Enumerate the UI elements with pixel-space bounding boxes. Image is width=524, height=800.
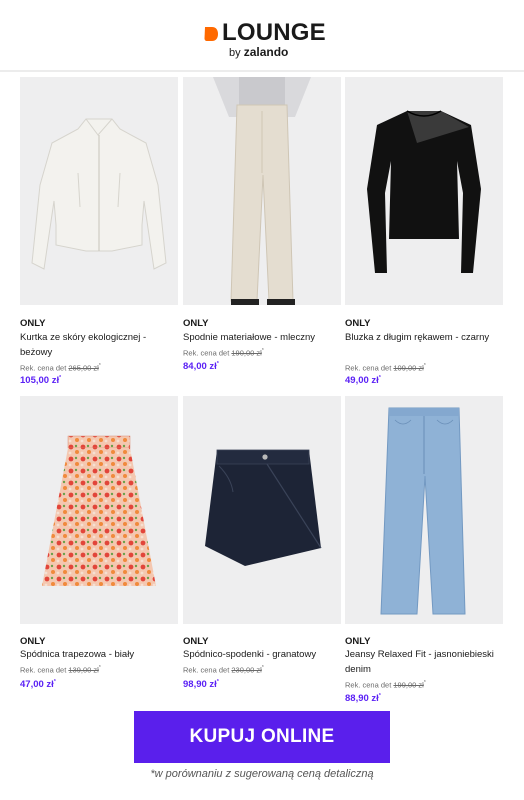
- price-value: 49,00 zł: [345, 375, 379, 387]
- price-asterisk: *: [216, 679, 219, 685]
- product-name[interactable]: Spodnie materiałowe - mleczny: [183, 331, 341, 346]
- rrp-label: Rek. cena det: [183, 665, 230, 675]
- price-footnote: *w porównaniu z sugerowaną ceną detalicz…: [150, 768, 374, 780]
- product-name[interactable]: Jeansy Relaxed Fit - jasnoniebieski deni…: [345, 648, 503, 677]
- logo-by-text: by: [229, 47, 241, 59]
- product-price: 105,00 zł*: [20, 372, 61, 387]
- product-brand: ONLY: [20, 636, 46, 647]
- rrp-label: Rek. cena det: [20, 665, 67, 675]
- blouse-icon: [367, 110, 481, 273]
- logo-subline: by zalando: [229, 46, 288, 59]
- product-price: 88,90 zł*: [345, 690, 381, 705]
- product-image[interactable]: [20, 77, 178, 305]
- price-value: 105,00 zł: [20, 375, 60, 387]
- product-image[interactable]: [20, 396, 178, 624]
- product-name[interactable]: Spódnica trapezowa - biały: [20, 648, 178, 663]
- product-rrp: Rek. cena det 190,00 zł*: [183, 346, 264, 359]
- product-brand: ONLY: [20, 318, 46, 329]
- rrp-asterisk: *: [423, 363, 426, 369]
- price-value: 84,00 zł: [183, 361, 217, 373]
- price-value: 98,90 zł: [183, 679, 217, 691]
- price-asterisk: *: [378, 375, 381, 381]
- product-image[interactable]: [345, 396, 503, 624]
- email-header: LOUNGE by zalando: [0, 0, 524, 72]
- rrp-label: Rek. cena det: [183, 348, 230, 358]
- product-price: 47,00 zł*: [20, 676, 56, 691]
- product-image[interactable]: [183, 77, 341, 305]
- product-brand: ONLY: [345, 636, 371, 647]
- logo-wordmark: LOUNGE: [222, 19, 326, 46]
- product-brand: ONLY: [183, 318, 209, 329]
- trousers-icon: [213, 77, 311, 305]
- product-rrp: Rek. cena det 230,00 zł*: [183, 663, 264, 676]
- product-price: 98,90 zł*: [183, 676, 219, 691]
- lounge-logo-icon: [204, 27, 218, 41]
- rrp-asterisk: *: [98, 665, 101, 671]
- skirt-icon: [42, 435, 156, 586]
- product-brand: ONLY: [183, 636, 209, 647]
- rrp-label: Rek. cena det: [345, 680, 392, 690]
- product-price: 84,00 zł*: [183, 358, 219, 373]
- product-brand: ONLY: [345, 318, 371, 329]
- price-value: 88,90 zł: [345, 693, 379, 705]
- lounge-logo[interactable]: LOUNGE by zalando: [203, 18, 326, 59]
- price-asterisk: *: [216, 361, 219, 367]
- product-name[interactable]: Bluzka z długim rękawem - czarny: [345, 331, 503, 346]
- rrp-value: 109,00 zł: [393, 363, 424, 373]
- rrp-value: 199,00 zł: [393, 680, 424, 690]
- product-rrp: Rek. cena det 139,00 zł*: [20, 663, 101, 676]
- rrp-asterisk: *: [98, 363, 101, 369]
- product-rrp: Rek. cena det 199,00 zł*: [345, 678, 426, 691]
- price-asterisk: *: [59, 375, 62, 381]
- product-name[interactable]: Spódnico-spodenki - granatowy: [183, 648, 341, 663]
- shop-online-button[interactable]: KUPUJ ONLINE: [134, 711, 390, 763]
- logo-brand-text: zalando: [243, 45, 289, 59]
- product-price: 49,00 zł*: [345, 372, 381, 387]
- rrp-value: 139,00 zł: [68, 665, 99, 675]
- skort-icon: [205, 449, 322, 566]
- rrp-value: 265,00 zł: [68, 363, 99, 373]
- rrp-asterisk: *: [261, 665, 264, 671]
- jacket-icon: [31, 118, 167, 270]
- product-name[interactable]: Kurtka ze skóry ekologicznej - beżowy: [20, 331, 178, 360]
- price-asterisk: *: [53, 679, 56, 685]
- price-value: 47,00 zł: [20, 679, 54, 691]
- product-image[interactable]: [345, 77, 503, 305]
- rrp-value: 190,00 zł: [231, 348, 262, 358]
- jeans-icon: [380, 407, 466, 615]
- rrp-asterisk: *: [423, 680, 426, 686]
- product-image[interactable]: [183, 396, 341, 624]
- price-asterisk: *: [378, 693, 381, 699]
- rrp-value: 230,00 zł: [231, 665, 262, 675]
- rrp-asterisk: *: [261, 348, 264, 354]
